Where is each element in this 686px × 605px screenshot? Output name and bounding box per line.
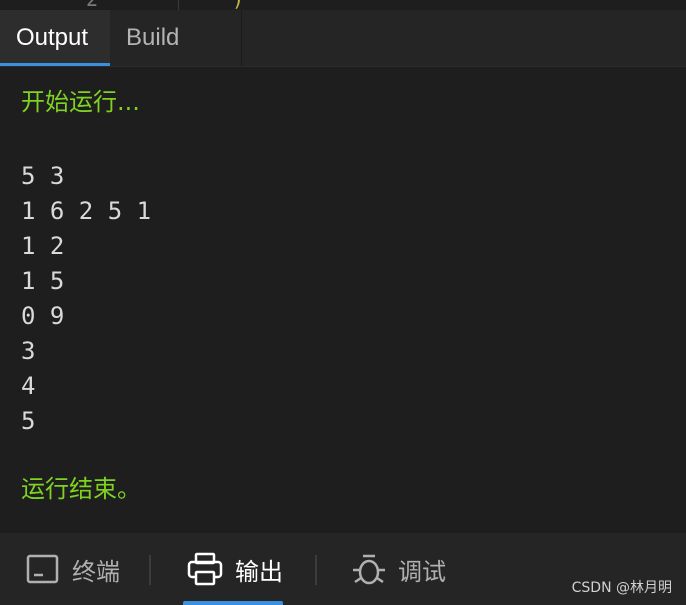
tab-build-log[interactable]: Build Log bbox=[110, 10, 242, 107]
output-console[interactable]: 开始运行... 5 3 1 6 2 5 1 1 2 1 5 0 9 3 4 5 … bbox=[0, 67, 686, 533]
bug-icon bbox=[352, 552, 386, 586]
output-button[interactable]: 输出 bbox=[187, 533, 283, 605]
active-tab-indicator bbox=[183, 601, 283, 605]
terminal-label: 终端 bbox=[72, 557, 120, 586]
console-output-line: 5 bbox=[21, 407, 36, 435]
watermark: CSDN @林月明 bbox=[571, 580, 672, 596]
divider bbox=[178, 0, 179, 10]
console-output-line: 3 bbox=[21, 337, 36, 365]
code-fragment: 2 bbox=[86, 0, 98, 10]
console-output-line: 1 2 bbox=[21, 232, 65, 260]
terminal-button[interactable]: 终端 bbox=[26, 533, 120, 605]
run-end-message: 运行结束。 bbox=[21, 475, 141, 503]
divider bbox=[149, 555, 151, 585]
console-output-line: 0 9 bbox=[21, 302, 65, 330]
console-output-line: 1 5 bbox=[21, 267, 65, 295]
console-output-line: 1 6 2 5 1 bbox=[21, 197, 152, 225]
debug-button[interactable]: 调试 bbox=[352, 533, 446, 605]
console-output-line: 4 bbox=[21, 372, 36, 400]
terminal-icon bbox=[26, 553, 60, 585]
run-start-message: 开始运行... bbox=[21, 88, 140, 116]
divider bbox=[315, 555, 317, 585]
printer-icon bbox=[187, 552, 223, 586]
tab-output[interactable]: Output bbox=[0, 10, 110, 66]
console-output-line: 5 3 bbox=[21, 162, 65, 190]
editor-top-strip: 2 ) bbox=[0, 0, 686, 10]
code-fragment: ) bbox=[232, 0, 244, 10]
debug-label: 调试 bbox=[398, 557, 446, 586]
output-label: 输出 bbox=[235, 557, 283, 586]
bottom-panel-bar: 终端 输出 调试 CSDN @林月明 bbox=[0, 533, 686, 605]
panel-tab-bar: Output Build Log bbox=[0, 10, 686, 107]
